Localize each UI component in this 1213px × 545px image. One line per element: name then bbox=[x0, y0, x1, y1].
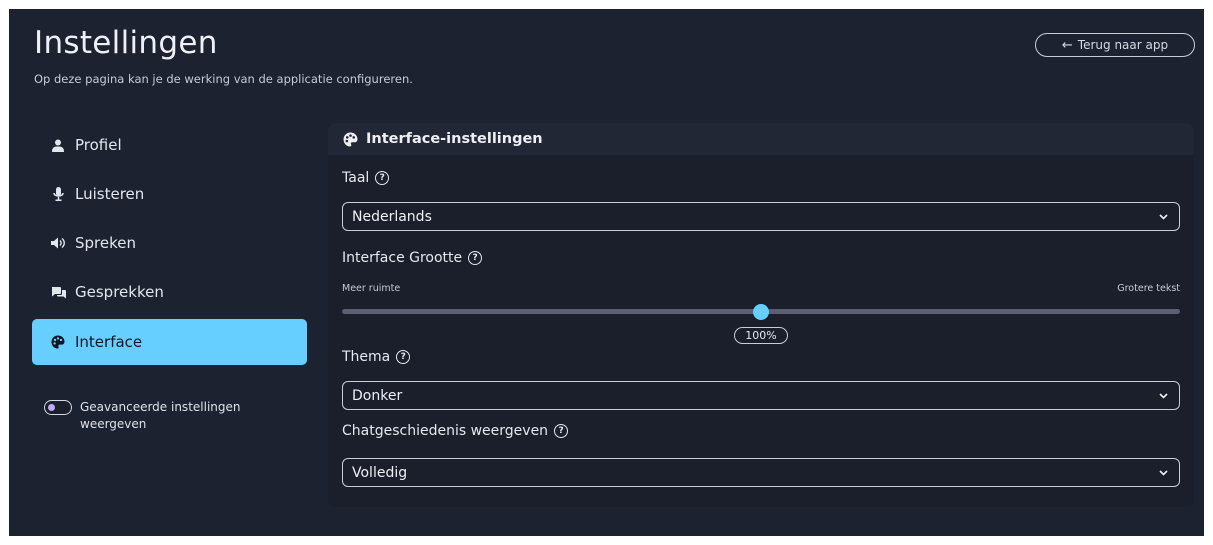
size-label-row: Interface Grootte ? bbox=[342, 250, 483, 266]
sidebar-item-label: Profiel bbox=[75, 136, 122, 154]
sidebar-item-label: Gesprekken bbox=[75, 283, 164, 301]
history-select[interactable]: Volledig bbox=[342, 458, 1180, 487]
language-value: Nederlands bbox=[352, 208, 432, 225]
language-label: Taal bbox=[342, 170, 370, 186]
page-subtitle: Op deze pagina kan je de werking van de … bbox=[34, 72, 413, 86]
toggle-knob bbox=[48, 403, 55, 411]
theme-label: Thema bbox=[342, 349, 391, 365]
advanced-settings-toggle[interactable] bbox=[44, 400, 72, 415]
microphone-icon bbox=[50, 186, 66, 202]
size-min-label: Meer ruimte bbox=[342, 283, 401, 294]
size-slider-thumb[interactable] bbox=[753, 304, 769, 320]
user-icon bbox=[50, 137, 66, 153]
back-button-label: Terug naar app bbox=[1077, 38, 1169, 52]
palette-icon bbox=[50, 334, 66, 350]
speaker-icon bbox=[50, 235, 66, 251]
chevron-down-icon bbox=[1159, 214, 1168, 220]
language-label-row: Taal ? bbox=[342, 170, 390, 186]
panel-header: Interface-instellingen bbox=[328, 123, 1194, 155]
sidebar-item-label: Spreken bbox=[75, 234, 136, 252]
history-label: Chatgeschiedenis weergeven bbox=[342, 423, 549, 439]
help-icon[interactable]: ? bbox=[396, 350, 411, 364]
settings-window: Instellingen Op deze pagina kan je de we… bbox=[9, 9, 1204, 536]
theme-value: Donker bbox=[352, 387, 403, 404]
size-max-label: Grotere tekst bbox=[1117, 283, 1180, 294]
back-to-app-button[interactable]: ← Terug naar app bbox=[1035, 33, 1195, 57]
interface-settings-panel: Interface-instellingen Taal ? Nederlands… bbox=[328, 123, 1194, 507]
size-label: Interface Grootte bbox=[342, 250, 463, 266]
size-value-badge: 100% bbox=[734, 327, 788, 344]
sidebar-item-luisteren[interactable]: Luisteren bbox=[32, 171, 307, 217]
chevron-down-icon bbox=[1159, 470, 1168, 476]
help-icon[interactable]: ? bbox=[468, 251, 483, 265]
advanced-settings-label: Geavanceerde instellingen weergeven bbox=[80, 400, 241, 431]
theme-select[interactable]: Donker bbox=[342, 381, 1180, 410]
arrow-left-icon: ← bbox=[1061, 37, 1073, 53]
advanced-settings-toggle-row: Geavanceerde instellingen weergeven bbox=[44, 399, 260, 433]
palette-icon bbox=[343, 132, 358, 147]
theme-label-row: Thema ? bbox=[342, 349, 411, 365]
help-icon[interactable]: ? bbox=[375, 171, 390, 185]
help-icon[interactable]: ? bbox=[554, 424, 569, 438]
sidebar-item-label: Interface bbox=[75, 333, 143, 351]
language-select[interactable]: Nederlands bbox=[342, 202, 1180, 231]
sidebar-item-interface[interactable]: Interface bbox=[32, 319, 307, 365]
page-title: Instellingen bbox=[34, 25, 218, 61]
history-value: Volledig bbox=[352, 464, 408, 481]
sidebar-item-gesprekken[interactable]: Gesprekken bbox=[32, 269, 307, 315]
chevron-down-icon bbox=[1159, 393, 1168, 399]
history-label-row: Chatgeschiedenis weergeven ? bbox=[342, 423, 569, 439]
sidebar-item-profiel[interactable]: Profiel bbox=[32, 122, 307, 168]
panel-title: Interface-instellingen bbox=[366, 131, 543, 147]
sidebar-item-label: Luisteren bbox=[75, 185, 145, 203]
chat-bubbles-icon bbox=[50, 284, 66, 300]
sidebar-item-spreken[interactable]: Spreken bbox=[32, 220, 307, 266]
